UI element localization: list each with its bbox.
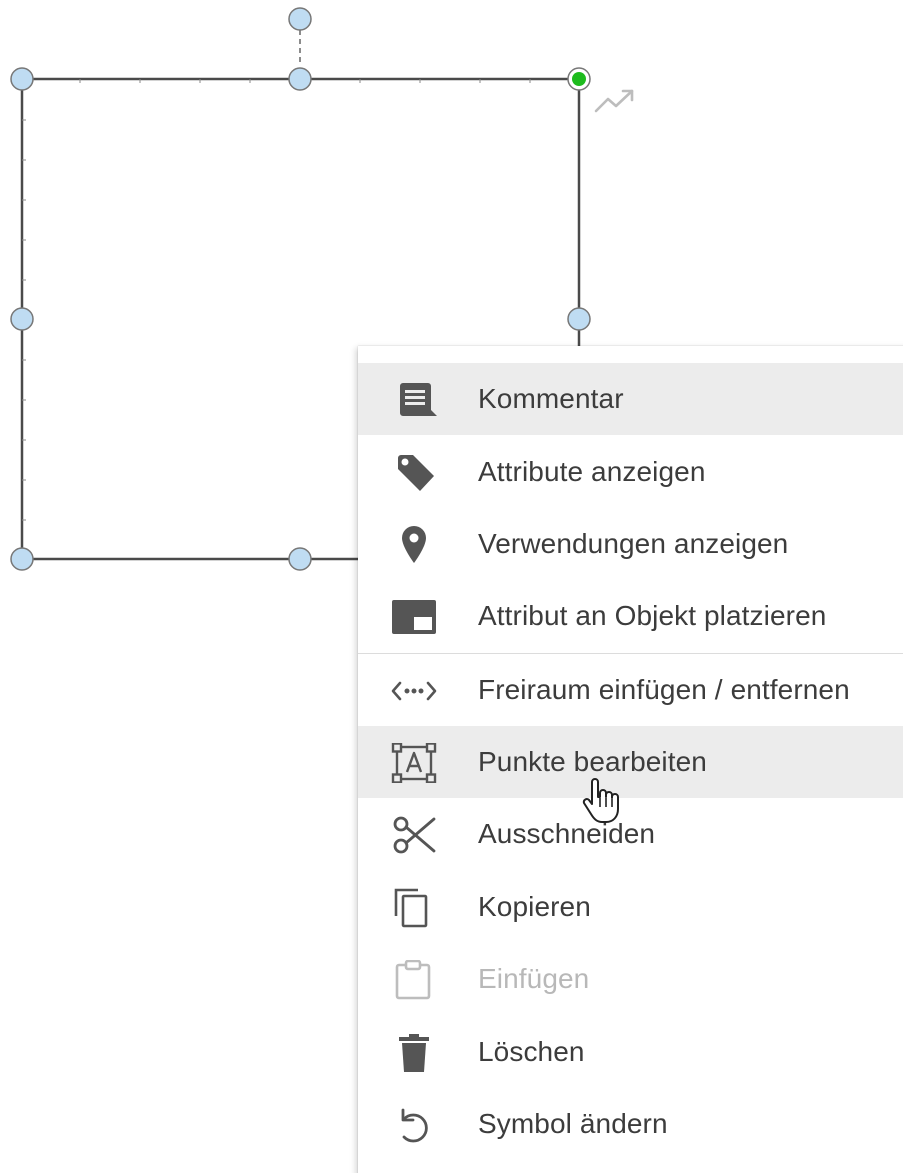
edit-points-icon bbox=[390, 743, 438, 783]
undo-rotate-icon bbox=[390, 1105, 438, 1145]
menu-item-label: Kommentar bbox=[478, 383, 624, 414]
attribute-placement-icon bbox=[390, 597, 438, 637]
spacing-arrows-icon bbox=[390, 671, 438, 711]
location-pin-icon bbox=[390, 525, 438, 565]
menu-item-label: Kopieren bbox=[478, 891, 591, 922]
menu-item-label: Attribut an Objekt platzieren bbox=[478, 600, 827, 631]
comment-icon bbox=[390, 380, 438, 420]
trending-up-icon[interactable] bbox=[594, 89, 634, 113]
menu-item-attribute-anzeigen[interactable]: Attribute anzeigen bbox=[358, 436, 903, 508]
hand-pointer-cursor bbox=[582, 778, 619, 823]
copy-icon bbox=[390, 888, 438, 928]
tag-icon bbox=[390, 453, 438, 493]
handle-top-center[interactable] bbox=[288, 67, 312, 91]
menu-item-punkte-bearbeiten[interactable]: Punkte bearbeiten bbox=[358, 726, 903, 798]
handle-bottom-left[interactable] bbox=[10, 547, 34, 571]
connection-handle-dot bbox=[572, 72, 586, 86]
handle-middle-right[interactable] bbox=[567, 307, 591, 331]
handle-top-left[interactable] bbox=[10, 67, 34, 91]
menu-item-einfuegen[interactable]: Einfügen bbox=[358, 943, 903, 1015]
trash-icon bbox=[390, 1033, 438, 1073]
clipboard-icon bbox=[390, 960, 438, 1000]
menu-item-verwendungen-anzeigen[interactable]: Verwendungen anzeigen bbox=[358, 508, 903, 580]
scissors-icon bbox=[390, 815, 438, 855]
menu-item-freiraum[interactable]: Freiraum einfügen / entfernen bbox=[358, 654, 903, 726]
menu-item-loeschen[interactable]: Löschen bbox=[358, 1016, 903, 1088]
context-menu[interactable]: Kommentar Attribute anzeigen Verwendunge… bbox=[358, 346, 903, 1173]
menu-item-label: Verwendungen anzeigen bbox=[478, 528, 789, 559]
menu-item-label: Attribute anzeigen bbox=[478, 456, 706, 487]
menu-item-label: Einfügen bbox=[478, 963, 590, 994]
rotate-handle[interactable] bbox=[288, 7, 312, 31]
menu-item-label: Löschen bbox=[478, 1036, 585, 1067]
menu-item-label: Freiraum einfügen / entfernen bbox=[478, 674, 850, 705]
menu-item-label: Ausschneiden bbox=[478, 818, 656, 849]
menu-item-ausschneiden[interactable]: Ausschneiden bbox=[358, 798, 903, 870]
menu-item-attribut-platzieren[interactable]: Attribut an Objekt platzieren bbox=[358, 580, 903, 652]
menu-item-symbol-aendern[interactable]: Symbol ändern bbox=[358, 1088, 903, 1160]
handle-middle-left[interactable] bbox=[10, 307, 34, 331]
handle-bottom-center[interactable] bbox=[288, 547, 312, 571]
diagram-canvas[interactable]: Kommentar Attribute anzeigen Verwendunge… bbox=[0, 0, 903, 1173]
menu-item-label: Symbol ändern bbox=[478, 1108, 668, 1139]
menu-item-kommentar[interactable]: Kommentar bbox=[358, 363, 903, 435]
menu-item-kopieren[interactable]: Kopieren bbox=[358, 871, 903, 943]
